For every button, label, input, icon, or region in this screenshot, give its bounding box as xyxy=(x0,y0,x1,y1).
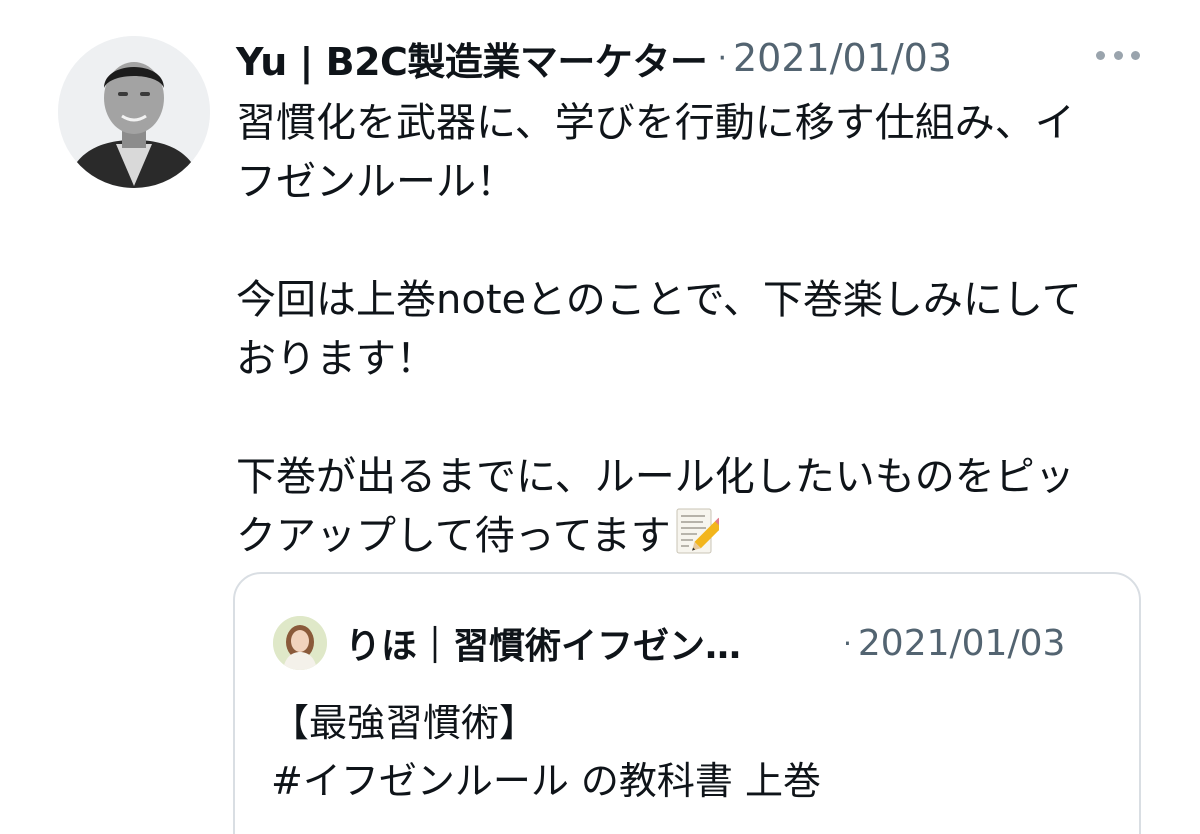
quoted-line: 【最強習慣術】 xyxy=(271,701,538,745)
quoted-author-avatar[interactable] xyxy=(273,616,327,670)
tweet-paragraph: 今回は上巻noteとのことで、下巻楽しみにして おります！ xyxy=(236,271,1141,389)
memo-emoji xyxy=(675,507,725,557)
tweet-paragraph: 下巻が出るまでに、ルール化したいものをピッ クアップして待ってます xyxy=(236,448,1141,566)
quoted-line: #イフゼンルール の教科書 上巻 xyxy=(271,759,821,803)
tweet: Yu | B2C製造業マーケター · 2021/01/03 習慣化を武器に、学び… xyxy=(0,0,1200,834)
tweet-line: 今回は上巻noteとのことで、下巻楽しみにして xyxy=(236,277,1082,323)
quoted-header-separator: · xyxy=(843,626,852,660)
tweet-line-text: クアップして待ってます xyxy=(236,513,671,559)
tweet-line: おります！ xyxy=(236,336,436,382)
quoted-header: りほ｜習慣術イフゼン… · 2021/01/03 xyxy=(345,614,1125,672)
tweet-timestamp[interactable]: 2021/01/03 xyxy=(733,36,952,80)
tweet-header: Yu | B2C製造業マーケター · 2021/01/03 xyxy=(236,30,952,86)
quoted-timestamp[interactable]: 2021/01/03 xyxy=(858,623,1066,664)
header-separator: · xyxy=(717,40,727,76)
tweet-paragraph: 習慣化を武器に、学びを行動に移す仕組み、イ フゼンルール！ xyxy=(236,94,1141,212)
author-name[interactable]: Yu | B2C製造業マーケター xyxy=(236,31,708,86)
tweet-body: 習慣化を武器に、学びを行動に移す仕組み、イ フゼンルール！ 今回は上巻noteと… xyxy=(236,94,1141,566)
more-horizontal-icon[interactable] xyxy=(1096,44,1140,66)
tweet-line: フゼンルール！ xyxy=(236,159,516,205)
quoted-author-name[interactable]: りほ｜習慣術イフゼン… xyxy=(345,617,801,669)
tweet-line-with-emoji: クアップして待ってます xyxy=(236,507,1141,566)
author-avatar[interactable] xyxy=(58,36,210,188)
quoted-tweet[interactable]: りほ｜習慣術イフゼン… · 2021/01/03 【最強習慣術】 #イフゼンルー… xyxy=(233,572,1141,834)
tweet-line: 下巻が出るまでに、ルール化したいものをピッ xyxy=(236,454,1075,500)
tweet-line: 習慣化を武器に、学びを行動に移す仕組み、イ xyxy=(236,100,1075,146)
quoted-body: 【最強習慣術】 #イフゼンルール の教科書 上巻 xyxy=(271,694,1111,810)
